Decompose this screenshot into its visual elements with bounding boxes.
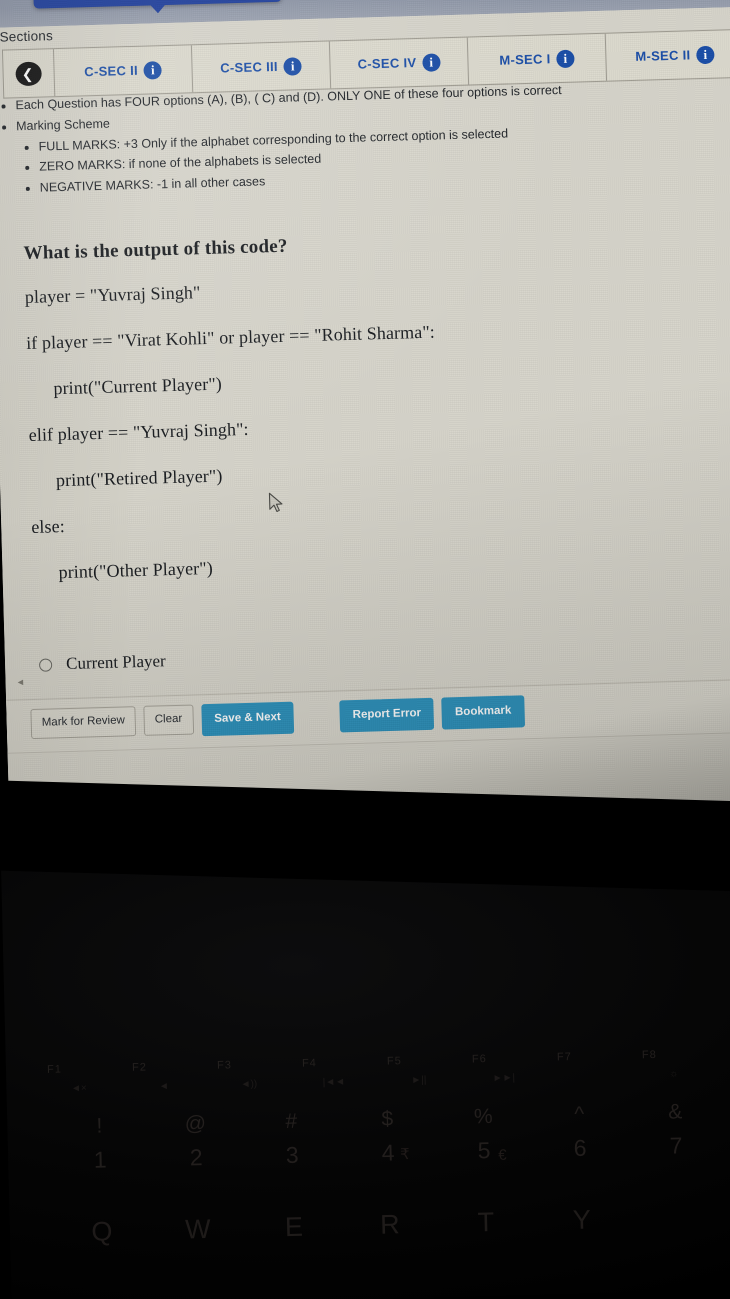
laptop-screen: Question Paper (Section Wise) i Sections… [0,0,730,822]
radio-button-icon[interactable] [38,657,53,672]
answer-options: Current Player [38,643,459,675]
sections-label: Sections [0,28,54,45]
info-icon[interactable]: i [143,60,163,80]
key-6: 6 [573,1134,587,1161]
option-current-player[interactable]: Current Player [38,643,459,675]
tab-label: M-SEC II [635,47,691,64]
info-icon[interactable]: i [283,56,303,76]
tab-m-sec-i[interactable]: M-SEC I i [467,33,608,85]
play-pause-icon: ►|| [411,1074,427,1086]
info-icon[interactable]: i [696,45,715,64]
question-body: What is the output of this code? player … [23,227,593,608]
question-action-bar: Mark for Review Clear Save & Next Report… [6,678,730,754]
media-blank-icon [546,1070,631,1083]
rupee-glyph: ₹ [399,1146,410,1164]
key-r: R [379,1209,401,1240]
key-4: 4 [381,1139,395,1166]
key-5: 5 [477,1137,491,1164]
euro-glyph: € [498,1146,507,1164]
key-symbol-caret: ^ [574,1102,585,1126]
tab-label: C-SEC II [84,62,139,80]
tab-m-sec-ii[interactable]: M-SEC II i [605,29,730,81]
mark-for-review-button[interactable]: Mark for Review [30,706,137,739]
sections-back-button[interactable]: ❮ [2,49,56,98]
option-label: Current Player [65,651,166,674]
tab-c-sec-iv[interactable]: C-SEC IV i [329,37,470,89]
key-f5: F5 [386,1055,402,1068]
code-line-2: if player == "Virat Kohli" or player == … [25,321,436,354]
previous-track-icon: |◄◄ [322,1076,346,1089]
mute-icon: ◄× [70,1082,87,1095]
tab-c-sec-ii[interactable]: C-SEC II i [53,45,194,97]
key-2: 2 [189,1144,203,1171]
code-line-3: print("Current Player") [53,373,223,399]
code-line-7: print("Other Player") [58,557,214,583]
bookmark-button[interactable]: Bookmark [441,695,525,730]
key-e: E [284,1211,304,1243]
banner-pointer [149,3,166,14]
key-symbol-dollar: $ [381,1107,394,1131]
key-y: Y [572,1204,592,1236]
tab-label: C-SEC IV [357,55,417,72]
scroll-left-hint-icon[interactable]: ◂ [17,675,23,688]
key-f4: F4 [301,1057,317,1070]
save-and-next-button[interactable]: Save & Next [200,701,295,736]
volume-down-icon: ◄ [158,1080,170,1093]
key-symbol-percent: % [473,1104,493,1129]
info-icon[interactable]: i [556,49,575,68]
photographed-laptop-frame: F1 F2 F3 F4 F5 F6 F7 F8 ◄× ◄ ◄)) |◄◄ ►||… [0,0,730,1299]
brightness-icon: ☼ [669,1068,679,1080]
tab-label: C-SEC III [220,58,279,76]
key-f7: F7 [556,1051,572,1064]
key-q: Q [91,1216,113,1247]
tab-c-sec-iii[interactable]: C-SEC III i [191,41,332,93]
exam-page: Sections ❮ C-SEC II i C-SEC III i C-SEC … [0,6,730,822]
volume-up-icon: ◄)) [240,1078,258,1091]
code-line-5: print("Retired Player") [55,465,223,491]
key-f1: F1 [46,1063,63,1076]
chevron-left-icon: ❮ [15,60,42,86]
tab-label: M-SEC I [499,51,551,68]
next-track-icon: ►►| [492,1072,516,1084]
key-f8: F8 [641,1048,657,1062]
key-t: T [477,1206,495,1238]
key-f2: F2 [131,1061,148,1074]
question-title: What is the output of this code? [23,235,288,265]
key-1: 1 [93,1146,107,1173]
button-spacer [301,701,331,702]
keyboard-letter-row: Q W E R T Y [10,1199,730,1250]
key-symbol-ampersand: & [667,1100,683,1124]
key-f3: F3 [216,1059,233,1072]
key-7: 7 [669,1132,683,1159]
key-w: W [184,1213,212,1245]
key-symbol-exclaim: ! [96,1114,103,1138]
code-line-1: player = "Yuvraj Singh" [24,282,201,308]
key-symbol-hash: # [285,1109,298,1134]
clear-button[interactable]: Clear [143,704,194,736]
code-line-4: elif player == "Yuvraj Singh": [28,418,249,445]
marking-scheme-label: Marking Scheme [15,116,111,134]
key-symbol-at: @ [184,1111,207,1136]
key-f6: F6 [471,1053,487,1066]
exam-instructions: Each Question has FOUR options (A), (B),… [0,78,700,199]
key-3: 3 [285,1141,299,1169]
code-line-6: else: [31,516,66,537]
instruction-marking-scheme-heading: Marking Scheme FULL MARKS: +3 Only if th… [16,99,700,199]
info-icon[interactable]: i [422,52,441,72]
report-error-button[interactable]: Report Error [339,697,435,732]
